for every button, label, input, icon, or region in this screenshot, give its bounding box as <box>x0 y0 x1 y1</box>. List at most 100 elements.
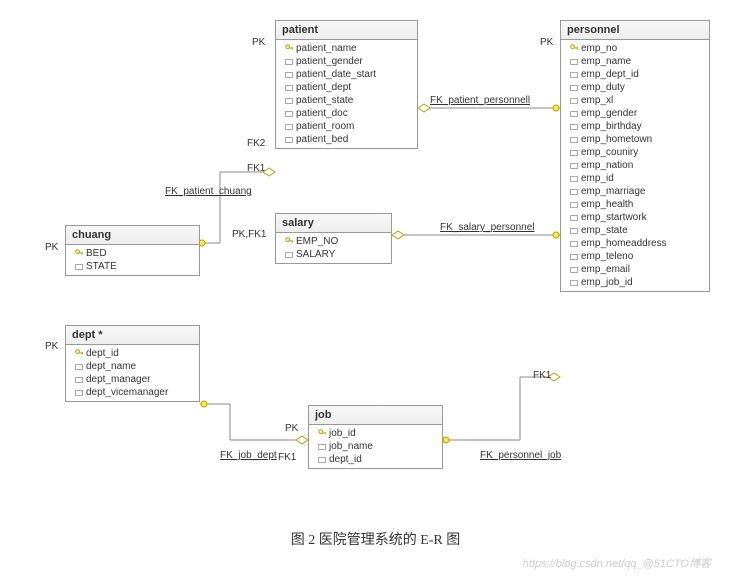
column-icon <box>567 189 581 195</box>
column-icon <box>567 202 581 208</box>
field-row: STATE <box>66 260 199 273</box>
field-row: BED <box>66 247 199 260</box>
column-icon <box>567 163 581 169</box>
field-name: job_name <box>329 441 373 452</box>
field-name: patient_dept <box>296 82 351 93</box>
column-icon <box>567 85 581 91</box>
entity-patient: patient patient_namepatient_genderpatien… <box>275 20 418 149</box>
field-name: patient_bed <box>296 134 348 145</box>
field-row: patient_gender <box>276 55 417 68</box>
field-row: emp_name <box>561 55 709 68</box>
fk1-label-personnel: FK1 <box>533 370 551 381</box>
field-row: emp_startwork <box>561 211 709 224</box>
field-name: job_id <box>329 428 356 439</box>
field-row: patient_dept <box>276 81 417 94</box>
entity-body: job_id job_name dept_id <box>309 425 442 468</box>
field-row: emp_xl <box>561 94 709 107</box>
column-icon <box>315 444 329 450</box>
field-name: emp_gender <box>581 108 637 119</box>
entity-chuang: chuang BEDSTATE <box>65 225 200 276</box>
field-name: emp_duty <box>581 82 625 93</box>
field-name: dept_name <box>86 361 136 372</box>
field-row: dept_id <box>309 453 442 466</box>
entity-body: patient_namepatient_genderpatient_date_s… <box>276 40 417 148</box>
column-icon <box>567 72 581 78</box>
field-row: emp_duty <box>561 81 709 94</box>
conn-label-patient-personnel: FK_patient_personnell <box>430 95 530 106</box>
column-icon <box>282 98 296 104</box>
field-row: patient_room <box>276 120 417 133</box>
pk-label-personnel: PK <box>540 37 553 48</box>
column-icon <box>72 390 86 396</box>
field-name: EMP_NO <box>296 236 338 247</box>
column-icon <box>567 59 581 65</box>
pk-label-job: PK <box>285 423 298 434</box>
field-row: emp_state <box>561 224 709 237</box>
field-name: patient_doc <box>296 108 348 119</box>
field-name: emp_state <box>581 225 628 236</box>
field-name: emp_nation <box>581 160 633 171</box>
entity-salary: salary EMP_NO SALARY <box>275 213 392 264</box>
field-row: emp_dept_id <box>561 68 709 81</box>
field-name: emp_startwork <box>581 212 647 223</box>
field-name: emp_no <box>581 43 617 54</box>
column-icon <box>282 85 296 91</box>
field-row: emp_job_id <box>561 276 709 289</box>
field-row: dept_name <box>66 360 199 373</box>
column-icon <box>315 457 329 463</box>
entity-dept: dept * dept_iddept_namedept_managerdept_… <box>65 325 200 402</box>
field-row: SALARY <box>276 248 391 261</box>
field-row: emp_teleno <box>561 250 709 263</box>
field-row: emp_nation <box>561 159 709 172</box>
column-icon <box>282 124 296 130</box>
field-row: job_name <box>309 440 442 453</box>
entity-title: chuang <box>66 226 199 245</box>
column-icon <box>567 150 581 156</box>
column-icon <box>567 111 581 117</box>
field-name: emp_health <box>581 199 633 210</box>
conn-label-salary-personnel: FK_salary_personnel <box>440 222 535 233</box>
field-row: emp_homeaddress <box>561 237 709 250</box>
entity-title: patient <box>276 21 417 40</box>
field-row: emp_email <box>561 263 709 276</box>
key-icon <box>315 429 329 438</box>
column-icon <box>567 228 581 234</box>
column-icon <box>567 254 581 260</box>
entity-title: personnel <box>561 21 709 40</box>
field-name: emp_job_id <box>581 277 633 288</box>
key-icon <box>72 349 86 358</box>
conn-label-job-dept: FK_job_dept <box>220 450 277 461</box>
column-icon <box>567 241 581 247</box>
column-icon <box>282 137 296 143</box>
key-icon <box>567 44 581 53</box>
field-name: dept_id <box>86 348 119 359</box>
key-icon <box>72 249 86 258</box>
field-name: emp_id <box>581 173 614 184</box>
field-row: emp_no <box>561 42 709 55</box>
field-row: emp_health <box>561 198 709 211</box>
column-icon <box>567 176 581 182</box>
field-row: patient_state <box>276 94 417 107</box>
conn-label-patient-chuang: FK_patient_chuang <box>165 186 252 197</box>
field-name: emp_name <box>581 56 631 67</box>
fk2-label-patient: FK2 <box>247 138 265 149</box>
field-name: dept_vicemanager <box>86 387 168 398</box>
pk-label-dept: PK <box>45 341 58 352</box>
conn-label-personnel-job: FK_personnel_job <box>480 450 561 461</box>
field-name: emp_dept_id <box>581 69 639 80</box>
field-name: emp_marriage <box>581 186 645 197</box>
fk1-label-patient: FK1 <box>247 163 265 174</box>
entity-title: salary <box>276 214 391 233</box>
entity-job: job job_idjob_namedept_id <box>308 405 443 469</box>
field-name: emp_email <box>581 264 630 275</box>
field-name: emp_xl <box>581 95 613 106</box>
field-row: patient_doc <box>276 107 417 120</box>
pkfk1-label-salary: PK,FK1 <box>232 229 266 240</box>
field-name: SALARY <box>296 249 335 260</box>
field-name: dept_id <box>329 454 362 465</box>
key-icon <box>282 237 296 246</box>
field-row: emp_birthday <box>561 120 709 133</box>
column-icon <box>567 137 581 143</box>
column-icon <box>567 215 581 221</box>
field-name: patient_name <box>296 43 357 54</box>
